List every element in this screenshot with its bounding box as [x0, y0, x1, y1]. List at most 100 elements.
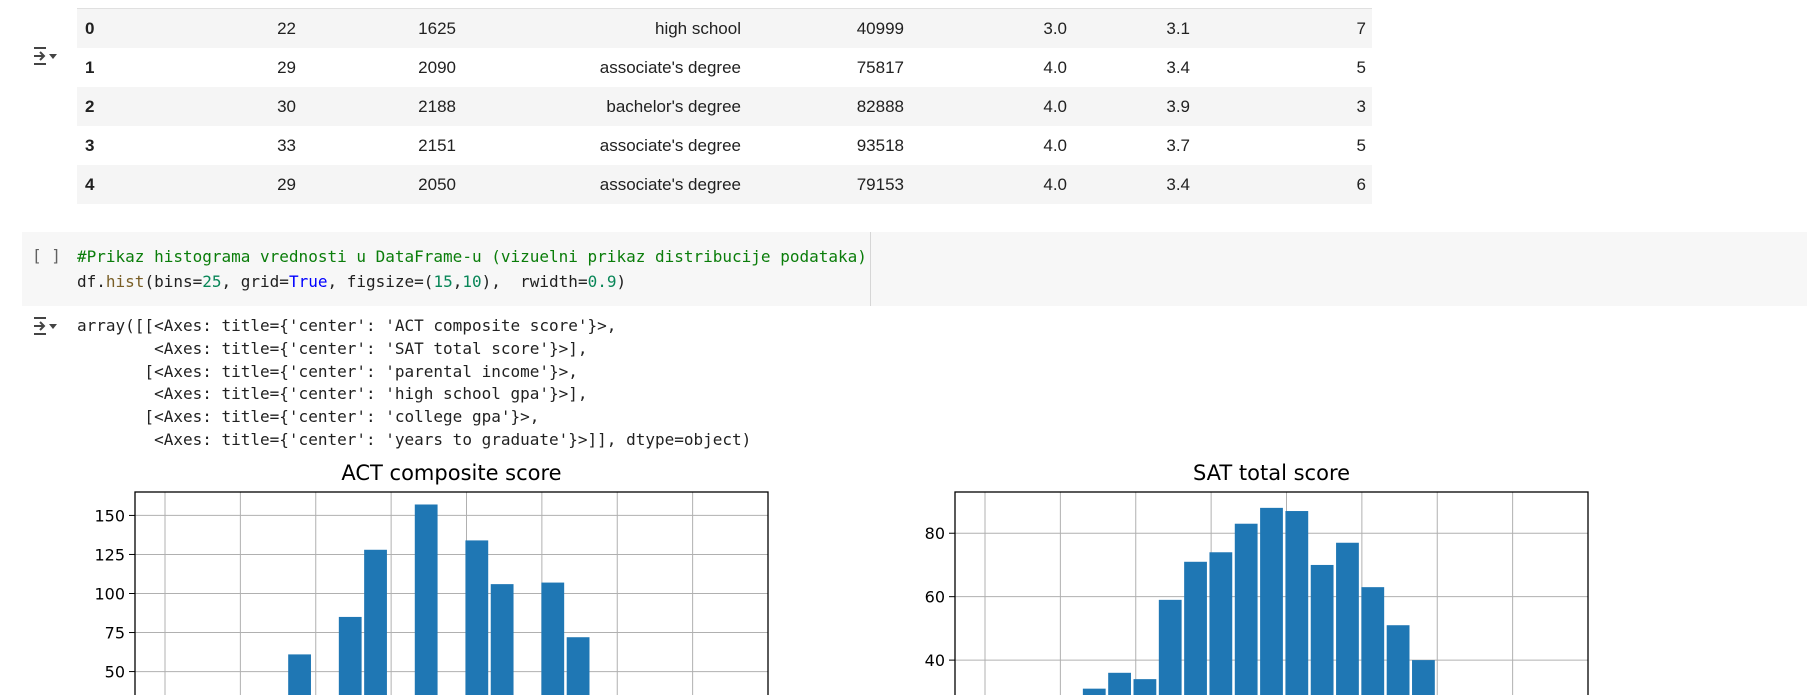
cell-education: associate's degree — [462, 48, 747, 87]
cell-college-gpa: 3.4 — [1073, 48, 1196, 87]
output-toggle-icon[interactable] — [30, 44, 60, 68]
cell-hs-gpa: 4.0 — [910, 126, 1073, 165]
table-row: 1 29 2090 associate's degree 75817 4.0 3… — [77, 48, 1372, 87]
row-index: 3 — [77, 126, 167, 165]
code-number: 0.9 — [587, 272, 617, 291]
code-cell[interactable]: [ ] #Prikaz histograma vrednosti u DataF… — [22, 232, 1807, 306]
code-token: (bins= — [144, 272, 203, 291]
cell-act: 30 — [167, 87, 302, 126]
y-tick-label: 40 — [925, 651, 945, 670]
cell-income: 82888 — [747, 87, 910, 126]
cell-sat: 2188 — [302, 87, 462, 126]
cell-years: 5 — [1196, 126, 1372, 165]
cell-years: 7 — [1196, 9, 1372, 48]
output-toggle-glyph — [34, 47, 57, 65]
output-repr-text: array([[<Axes: title={'center': 'ACT com… — [77, 316, 752, 449]
cell-act: 22 — [167, 9, 302, 48]
y-tick-label: 75 — [105, 624, 125, 643]
histogram-act-composite-score: ACT composite score 50 75 100 125 150 — [94, 461, 769, 695]
code-function: hist — [105, 272, 145, 291]
histogram-bar — [566, 637, 590, 695]
cell-education: high school — [462, 9, 747, 48]
cell-income: 40999 — [747, 9, 910, 48]
row-index: 2 — [77, 87, 167, 126]
histogram-bar — [1361, 587, 1385, 695]
histogram-bar — [1082, 688, 1106, 695]
y-tick-label: 50 — [105, 663, 125, 682]
cell-income: 75817 — [747, 48, 910, 87]
table-row: 4 29 2050 associate's degree 79153 4.0 3… — [77, 165, 1372, 204]
code-comment: #Prikaz histograma vrednosti u DataFrame… — [77, 247, 867, 266]
histogram-bar — [1310, 564, 1334, 695]
y-tick-label: 60 — [925, 588, 945, 607]
y-tick-label: 80 — [925, 524, 945, 543]
cell-college-gpa: 3.4 — [1073, 165, 1196, 204]
row-index: 0 — [77, 9, 167, 48]
code-number: 10 — [462, 272, 482, 291]
cell-college-gpa: 3.1 — [1073, 9, 1196, 48]
histogram-bar — [1386, 625, 1410, 695]
histogram-bar — [1133, 679, 1157, 695]
histogram-bar — [1336, 542, 1359, 695]
histogram-bar — [490, 584, 514, 695]
code-token: , grid= — [221, 272, 289, 291]
code-editor[interactable]: #Prikaz histograma vrednosti u DataFrame… — [77, 244, 867, 294]
histogram-bar — [1108, 672, 1131, 695]
y-tick-label: 125 — [94, 545, 125, 564]
run-cell-button[interactable]: [ ] — [32, 246, 61, 265]
table-row: 0 22 1625 high school 40999 3.0 3.1 7 — [77, 9, 1372, 48]
cell-hs-gpa: 4.0 — [910, 87, 1073, 126]
cell-years: 6 — [1196, 165, 1372, 204]
cell-education: bachelor's degree — [462, 87, 747, 126]
code-token: df. — [77, 272, 106, 291]
code-token: , figsize=( — [327, 272, 434, 291]
cell-sat: 1625 — [302, 9, 462, 48]
dataframe-table: 0 22 1625 high school 40999 3.0 3.1 7 1 … — [77, 9, 1372, 204]
output-toggle-icon[interactable] — [30, 314, 60, 338]
chart-title: ACT composite score — [341, 461, 561, 485]
histogram-bar — [288, 654, 311, 695]
cell-years: 3 — [1196, 87, 1372, 126]
histogram-bar — [1158, 599, 1182, 695]
cell-income: 79153 — [747, 165, 910, 204]
cell-act: 29 — [167, 48, 302, 87]
histogram-sat-total-score: SAT total score 40 60 80 — [925, 461, 1589, 695]
cell-sat: 2090 — [302, 48, 462, 87]
histogram-bar — [1234, 523, 1258, 695]
code-number: 25 — [202, 272, 222, 291]
histogram-bar — [1412, 660, 1435, 695]
output-toggle-glyph — [34, 317, 57, 335]
cell-hs-gpa: 4.0 — [910, 48, 1073, 87]
histogram-bar — [1260, 507, 1283, 695]
histogram-bar — [1184, 561, 1207, 695]
y-tick-label: 100 — [94, 585, 125, 604]
histogram-bar — [414, 504, 438, 695]
table-row: 2 30 2188 bachelor's degree 82888 4.0 3.… — [77, 87, 1372, 126]
cell-act: 29 — [167, 165, 302, 204]
histogram-bar — [1209, 552, 1233, 695]
histogram-bar — [1285, 511, 1309, 695]
histogram-bar — [465, 540, 489, 695]
cell-income: 93518 — [747, 126, 910, 165]
code-token: ), rwidth= — [481, 272, 588, 291]
chart-title: SAT total score — [1193, 461, 1350, 485]
code-keyword: True — [288, 272, 328, 291]
code-token: , — [452, 272, 463, 291]
cell-sat: 2050 — [302, 165, 462, 204]
row-index: 1 — [77, 48, 167, 87]
row-index: 4 — [77, 165, 167, 204]
cell-education: associate's degree — [462, 126, 747, 165]
cell-years: 5 — [1196, 48, 1372, 87]
editor-ruler — [870, 232, 871, 306]
cell-sat: 2151 — [302, 126, 462, 165]
cell-education: associate's degree — [462, 165, 747, 204]
cell-hs-gpa: 3.0 — [910, 9, 1073, 48]
cell-college-gpa: 3.7 — [1073, 126, 1196, 165]
table-row: 3 33 2151 associate's degree 93518 4.0 3… — [77, 126, 1372, 165]
code-number: 15 — [433, 272, 453, 291]
cell-act: 33 — [167, 126, 302, 165]
histogram-bar — [541, 582, 565, 695]
y-tick-label: 150 — [94, 506, 125, 525]
cell-hs-gpa: 4.0 — [910, 165, 1073, 204]
code-token: ) — [616, 272, 627, 291]
